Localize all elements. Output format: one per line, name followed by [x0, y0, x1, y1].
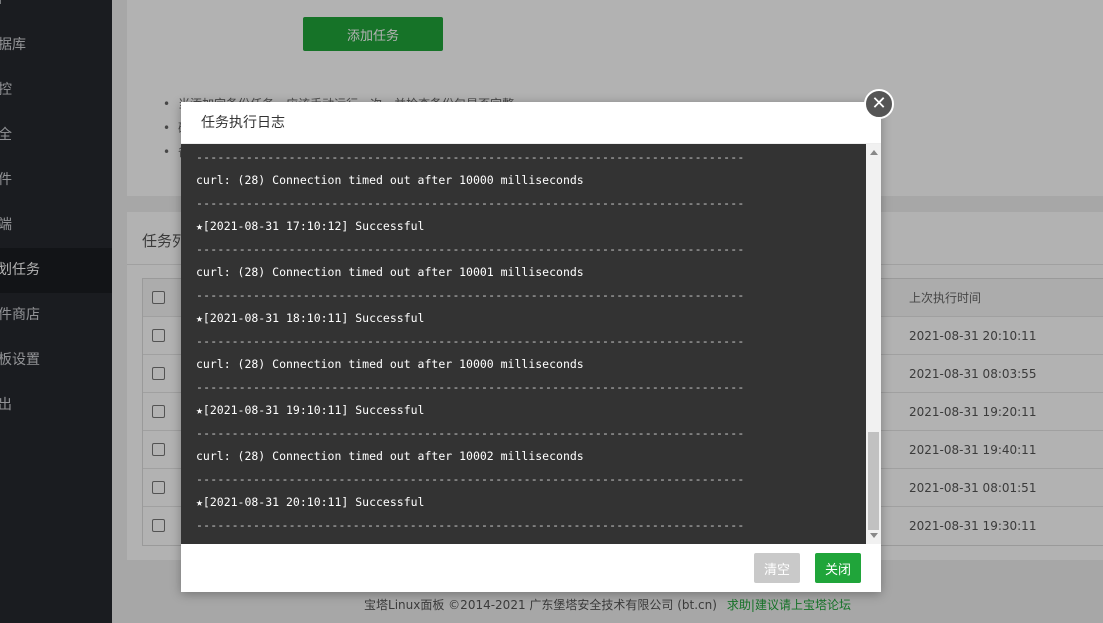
log-line: curl: (28) Connection timed out after 10…: [196, 173, 584, 187]
log-separator: ----------------------------------------…: [196, 518, 745, 532]
clear-log-button[interactable]: 清空: [754, 553, 800, 583]
log-scrollbar[interactable]: [866, 144, 881, 544]
log-separator: ----------------------------------------…: [196, 242, 745, 256]
close-icon[interactable]: ✕: [864, 89, 894, 119]
log-separator: ----------------------------------------…: [196, 426, 745, 440]
log-separator: ----------------------------------------…: [196, 288, 745, 302]
log-line: ★[2021-08-31 18:10:11] Successful: [196, 311, 425, 325]
log-separator: ----------------------------------------…: [196, 472, 745, 486]
scroll-up-icon[interactable]: [870, 150, 878, 155]
log-line: ★[2021-08-31 19:10:11] Successful: [196, 403, 425, 417]
log-separator: ----------------------------------------…: [196, 334, 745, 348]
log-separator: ----------------------------------------…: [196, 196, 745, 210]
log-line: curl: (28) Connection timed out after 10…: [196, 449, 584, 463]
dialog-title: 任务执行日志: [181, 102, 881, 144]
log-line: ★[2021-08-31 20:10:11] Successful: [196, 495, 425, 509]
scroll-down-icon[interactable]: [870, 533, 878, 538]
dialog-footer: 清空 关闭: [181, 544, 881, 592]
close-dialog-button[interactable]: 关闭: [815, 553, 861, 583]
log-separator: ----------------------------------------…: [196, 150, 745, 164]
log-line: curl: (28) Connection timed out after 10…: [196, 357, 584, 371]
log-line: ★[2021-08-31 17:10:12] Successful: [196, 219, 425, 233]
scrollbar-thumb[interactable]: [868, 432, 879, 530]
log-output[interactable]: ----------------------------------------…: [181, 144, 866, 544]
log-separator: ----------------------------------------…: [196, 380, 745, 394]
log-line: curl: (28) Connection timed out after 10…: [196, 265, 584, 279]
task-log-dialog: 任务执行日志 ---------------------------------…: [181, 102, 881, 592]
